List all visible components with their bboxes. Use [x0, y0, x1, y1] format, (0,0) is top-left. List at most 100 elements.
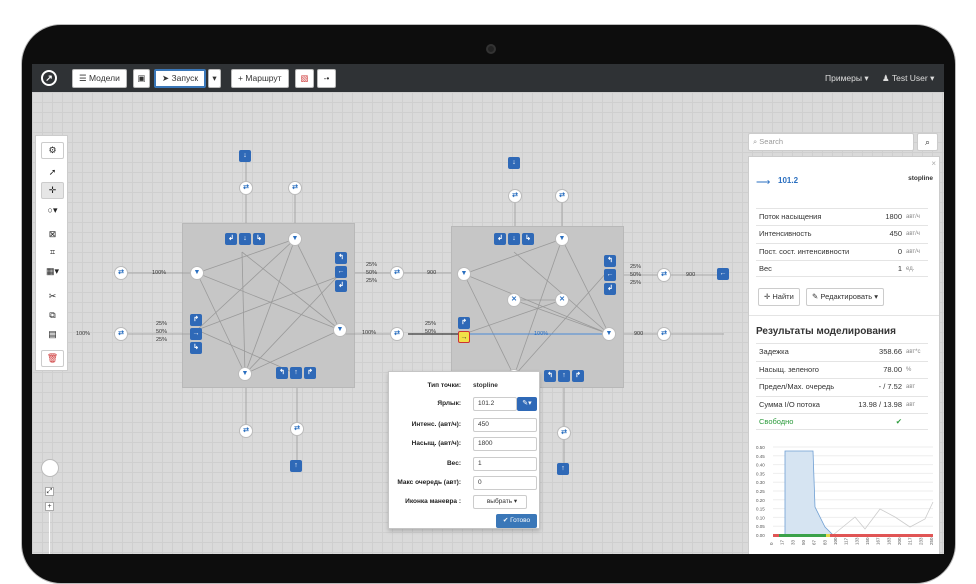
exchange-node-icon[interactable]: ⇄ — [114, 327, 128, 341]
zoom-in-icon[interactable]: + — [45, 502, 54, 511]
close-icon[interactable]: × — [931, 159, 936, 168]
find-button[interactable]: ✛ Найти — [758, 288, 800, 306]
source-arrow-icon[interactable]: ↑ — [557, 463, 569, 475]
copy-icon[interactable]: ⧉ — [41, 308, 64, 325]
x-tick-label: 100 — [833, 537, 838, 545]
pointer-icon[interactable]: ➚ — [41, 165, 64, 182]
merge-node-icon[interactable]: ✕ — [507, 293, 521, 307]
lane-right-icon[interactable]: ↱ — [572, 370, 584, 382]
lane-straight-icon[interactable]: ↑ — [558, 370, 570, 382]
icon-select[interactable]: выбрать ▾ — [473, 495, 527, 509]
select-area-icon[interactable]: ⊠ — [41, 227, 64, 244]
model-canvas[interactable]: ▼ ▼ ▼ ▼ ▼ ▼ ▼ ▼ ✕ ✕ ⇄ ⇄ ⇄ ⇄ ⇄ ⇄ ⇄ ⇄ ⇄ ⇄ … — [32, 92, 944, 554]
traffic-icon: ▧ — [300, 73, 309, 83]
add-route-button[interactable]: + Маршрут — [231, 69, 289, 88]
x-tick-label: 117 — [844, 537, 849, 545]
saturation-input[interactable]: 1800 — [473, 437, 537, 451]
paste-icon[interactable]: ▤ — [41, 327, 64, 344]
lane-right-icon[interactable]: ↳ — [190, 342, 202, 354]
run-button[interactable]: ➤ Запуск — [154, 69, 207, 88]
exchange-node-icon[interactable]: ⇄ — [239, 424, 253, 438]
exchange-node-icon[interactable]: ⇄ — [290, 422, 304, 436]
exchange-node-icon[interactable]: ⇄ — [239, 181, 253, 195]
source-arrow-icon[interactable]: ↓ — [508, 157, 520, 169]
filter-node-icon[interactable]: ▼ — [457, 267, 471, 281]
examples-menu[interactable]: Примеры ▾ — [825, 73, 869, 84]
lane-left-icon[interactable]: ↲ — [494, 233, 506, 245]
filter-node-icon[interactable]: ▼ — [190, 266, 204, 280]
lane-left-icon[interactable]: ↰ — [276, 367, 288, 379]
move-icon[interactable]: ✛ — [41, 182, 64, 199]
lane-left-icon[interactable]: ↰ — [604, 255, 616, 267]
filter-node-icon[interactable]: ▼ — [238, 367, 252, 381]
search-input[interactable]: ⌕ Search — [748, 133, 914, 151]
lane-right-icon[interactable]: ↱ — [304, 367, 316, 379]
lane-straight-icon[interactable]: → — [190, 328, 202, 340]
lane-left-icon[interactable]: ↰ — [544, 370, 556, 382]
zoom-fit-icon[interactable]: ⤢ — [45, 487, 54, 496]
exchange-node-icon[interactable]: ⇄ — [508, 189, 522, 203]
models-button[interactable]: ☰ Модели — [72, 69, 127, 88]
source-arrow-icon[interactable]: ↑ — [290, 460, 302, 472]
lane-right-icon[interactable]: ↲ — [335, 280, 347, 292]
grid-icon[interactable]: ▦▾ — [41, 264, 64, 281]
edit-icon: ✎ — [812, 292, 819, 301]
x-tick-label: 183 — [886, 537, 891, 545]
exchange-node-icon[interactable]: ⇄ — [114, 266, 128, 280]
merge-node-icon[interactable]: ✕ — [555, 293, 569, 307]
result-row: Сумма I/O потока 13.98 / 13.98 авт — [756, 396, 928, 413]
app-logo-icon[interactable]: ↗ — [41, 70, 57, 86]
lane-right-icon[interactable]: ↳ — [522, 233, 534, 245]
filter-node-icon[interactable]: ▼ — [555, 232, 569, 246]
exchange-node-icon[interactable]: ⇄ — [657, 327, 671, 341]
x-tick-label: 17 — [780, 539, 785, 545]
lane-straight-icon[interactable]: ← — [604, 269, 616, 281]
filter-node-icon[interactable]: ▼ — [333, 323, 347, 337]
link-button[interactable]: -• — [317, 69, 336, 88]
lane-straight-icon[interactable]: ← — [335, 266, 347, 278]
done-button[interactable]: ✔ Готово — [496, 514, 537, 528]
lane-left-icon[interactable]: ↱ — [190, 314, 202, 326]
filter-node-icon[interactable]: ▼ — [288, 232, 302, 246]
exchange-node-icon[interactable]: ⇄ — [390, 266, 404, 280]
pan-control[interactable] — [41, 459, 59, 477]
crop-icon[interactable]: ⌗ — [41, 245, 64, 262]
exchange-node-icon[interactable]: ⇄ — [657, 268, 671, 282]
circle-tool-icon[interactable]: ○▾ — [41, 203, 64, 220]
lane-left-icon[interactable]: ↰ — [335, 252, 347, 264]
signal-phase-bar — [779, 534, 826, 537]
weight-input[interactable]: 1 — [473, 457, 537, 471]
exchange-node-icon[interactable]: ⇄ — [555, 189, 569, 203]
lane-straight-icon[interactable]: ↑ — [290, 367, 302, 379]
scissors-icon[interactable]: ✂ — [41, 289, 64, 306]
run-dropdown-button[interactable]: ▾ — [208, 69, 221, 88]
source-arrow-icon[interactable]: ↓ — [239, 150, 251, 162]
settings-gear-icon[interactable]: ⚙ — [41, 142, 64, 159]
lane-right-icon[interactable]: ↳ — [253, 233, 265, 245]
lane-straight-icon[interactable]: ↓ — [239, 233, 251, 245]
lane-left-icon[interactable]: ↱ — [458, 317, 470, 329]
traffic-light-button[interactable]: ▧ — [295, 69, 314, 88]
edit-label-button[interactable]: ✎▾ — [517, 397, 537, 411]
maxqueue-input[interactable]: 0 — [473, 476, 537, 490]
user-menu[interactable]: ♟ Test User ▾ — [882, 73, 934, 84]
route-label: + Маршрут — [238, 73, 282, 83]
trash-icon[interactable]: 🗑 — [41, 350, 64, 367]
exchange-node-icon[interactable]: ⇄ — [557, 426, 571, 440]
search-button[interactable]: ⌕ — [917, 133, 938, 151]
source-arrow-icon[interactable]: ← — [717, 268, 729, 280]
intensity-input[interactable]: 450 — [473, 418, 537, 432]
filter-node-icon[interactable]: ▼ — [602, 327, 616, 341]
lane-right-icon[interactable]: ↲ — [604, 283, 616, 295]
panel-title: 101.2 — [778, 176, 799, 185]
exchange-node-icon[interactable]: ⇄ — [390, 327, 404, 341]
selected-stopline-icon[interactable]: → — [458, 331, 470, 343]
queue-line — [832, 501, 934, 536]
exchange-node-icon[interactable]: ⇄ — [288, 181, 302, 195]
label-input[interactable]: 101.2 — [473, 397, 517, 411]
zoom-slider[interactable] — [49, 512, 50, 554]
lane-straight-icon[interactable]: ↓ — [508, 233, 520, 245]
lane-left-icon[interactable]: ↲ — [225, 233, 237, 245]
save-button[interactable]: ▣ — [133, 69, 150, 88]
edit-button[interactable]: ✎ Редактировать ▾ — [806, 288, 885, 306]
